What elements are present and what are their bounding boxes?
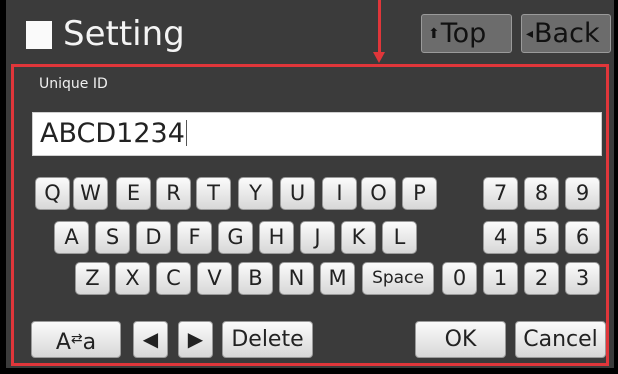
top-button[interactable]: ⬆Top [421, 14, 512, 53]
key-9[interactable]: 9 [565, 177, 600, 210]
left-arrow-icon[interactable]: ◀ [133, 321, 168, 358]
key-0[interactable]: 0 [442, 262, 477, 295]
key-i[interactable]: I [322, 177, 357, 210]
annotation-arrow-head [373, 52, 385, 63]
key-x[interactable]: X [115, 262, 150, 295]
key-3[interactable]: 3 [565, 262, 600, 295]
key-6[interactable]: 6 [565, 221, 600, 254]
key-h[interactable]: H [259, 221, 294, 254]
key-b[interactable]: B [238, 262, 273, 295]
unique-id-input[interactable]: ABCD1234 [32, 112, 602, 156]
key-n[interactable]: N [279, 262, 314, 295]
key-z[interactable]: Z [75, 262, 110, 295]
key-l[interactable]: L [382, 221, 417, 254]
page-title: Setting [63, 14, 185, 54]
key-f[interactable]: F [177, 221, 212, 254]
cancel-button[interactable]: Cancel [515, 321, 606, 358]
top-button-label: Top [440, 18, 487, 49]
back-button[interactable]: ◂Back [521, 14, 611, 53]
text-caret [185, 120, 187, 146]
back-triangle-icon: ◂ [526, 26, 534, 42]
unique-id-label: Unique ID [39, 76, 108, 92]
key-7[interactable]: 7 [483, 177, 518, 210]
up-arrow-icon: ⬆ [428, 26, 440, 42]
key-r[interactable]: R [156, 177, 191, 210]
settings-screen: Setting ⬆Top ◂Back Unique ID ABCD1234 Q … [0, 0, 618, 374]
key-e[interactable]: E [116, 177, 151, 210]
key-w[interactable]: W [73, 177, 108, 210]
key-2[interactable]: 2 [524, 262, 559, 295]
unique-id-value: ABCD1234 [40, 118, 185, 149]
annotation-arrow-icon [378, 0, 381, 55]
key-4[interactable]: 4 [483, 221, 518, 254]
key-m[interactable]: M [320, 262, 355, 295]
case-toggle-lower: a [82, 330, 97, 355]
key-j[interactable]: J [300, 221, 335, 254]
key-g[interactable]: G [218, 221, 253, 254]
right-arrow-icon[interactable]: ▶ [178, 321, 213, 358]
back-button-label: Back [534, 18, 600, 49]
key-k[interactable]: K [341, 221, 376, 254]
swap-arrows-icon: ⇄ [70, 331, 83, 347]
key-u[interactable]: U [280, 177, 315, 210]
checkbox-square-icon [26, 21, 52, 49]
ok-button[interactable]: OK [415, 321, 506, 358]
key-p[interactable]: P [402, 177, 437, 210]
key-v[interactable]: V [197, 262, 232, 295]
key-y[interactable]: Y [238, 177, 273, 210]
key-space[interactable]: Space [362, 262, 434, 295]
case-toggle-upper: A [55, 330, 71, 355]
key-a[interactable]: A [54, 221, 89, 254]
key-1[interactable]: 1 [483, 262, 518, 295]
delete-button[interactable]: Delete [222, 321, 313, 358]
key-5[interactable]: 5 [524, 221, 559, 254]
key-o[interactable]: O [361, 177, 396, 210]
case-toggle-button[interactable]: A⇄a [31, 321, 121, 358]
key-t[interactable]: T [196, 177, 231, 210]
key-q[interactable]: Q [35, 177, 70, 210]
key-8[interactable]: 8 [524, 177, 559, 210]
key-s[interactable]: S [95, 221, 130, 254]
key-d[interactable]: D [136, 221, 171, 254]
key-c[interactable]: C [156, 262, 191, 295]
